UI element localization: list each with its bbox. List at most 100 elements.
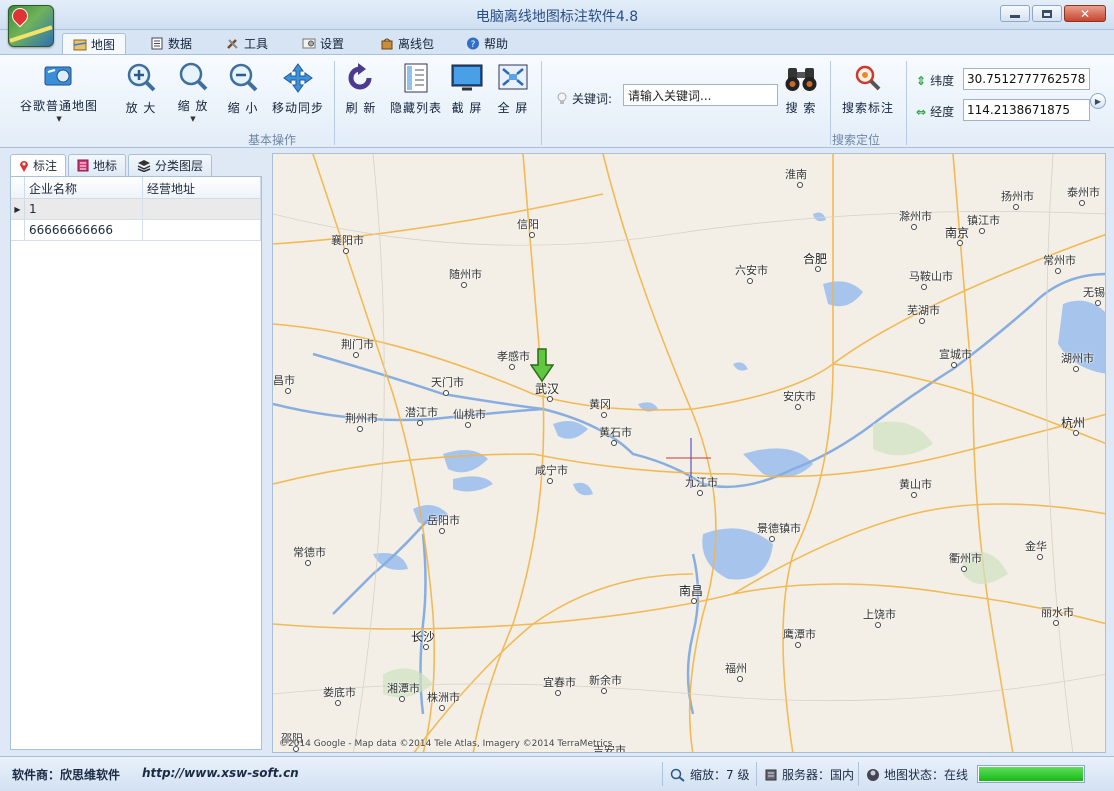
city-label: 咸宁市 <box>535 464 568 477</box>
monitor-icon <box>450 61 484 95</box>
city-dot-icon <box>357 426 363 432</box>
hide-list-button[interactable]: 隐藏列表 <box>390 61 442 123</box>
ribbon-scroll-right-icon[interactable]: ▶ <box>1090 93 1106 109</box>
chevron-down-icon[interactable]: ▼ <box>190 115 195 123</box>
city-dot-icon <box>691 598 697 604</box>
latitude-label-text: 纬度 <box>930 74 955 88</box>
magnifier-icon <box>176 61 210 93</box>
map-app-icon[interactable] <box>8 4 54 47</box>
tab-layers[interactable]: 分类图层 <box>128 154 213 176</box>
divider <box>830 61 831 145</box>
maximize-button[interactable] <box>1032 5 1062 22</box>
city-label: 湖州市 <box>1061 352 1094 365</box>
city-label: 安庆市 <box>783 390 816 403</box>
tab-markers[interactable]: 标注 <box>10 154 67 176</box>
fullscreen-button[interactable]: 全 屏 <box>496 61 530 123</box>
city-label: 新余市 <box>589 674 622 687</box>
city-dot-icon <box>737 676 743 682</box>
map-type-button[interactable]: 谷歌普通地图 ▼ <box>20 61 98 123</box>
panel-tabs: 标注 地标 分类图层 <box>10 154 213 176</box>
layers-icon <box>137 160 151 172</box>
city-label: 孝感市 <box>497 350 530 363</box>
zoom-button[interactable]: 缩 放 ▼ <box>176 61 210 123</box>
longitude-input[interactable] <box>963 99 1090 121</box>
zoom-label: 缩 放 <box>177 99 209 113</box>
screenshot-button[interactable]: 截 屏 <box>450 61 484 123</box>
table-row[interactable]: ▶ 1 <box>11 199 261 220</box>
tab-tools[interactable]: 工具 <box>216 33 278 54</box>
keyword-input[interactable] <box>623 84 778 106</box>
latitude-input[interactable] <box>963 68 1090 90</box>
city-label: 昌市 <box>273 374 295 387</box>
tab-data[interactable]: 数据 <box>140 33 202 54</box>
tab-label: 数据 <box>168 37 193 51</box>
city-dot-icon <box>979 228 985 234</box>
close-button[interactable]: ✕ <box>1064 5 1106 22</box>
search-button[interactable]: 搜 索 <box>784 61 818 123</box>
move-sync-button[interactable]: 移动同步 <box>272 61 324 123</box>
city-label: 黄石市 <box>599 426 632 439</box>
refresh-button[interactable]: 刷 新 <box>344 61 378 123</box>
vertical-arrows-icon: ⇕ <box>916 73 927 88</box>
zoom-in-button[interactable]: 放 大 <box>124 61 158 123</box>
window-controls: ✕ <box>1000 5 1106 22</box>
city-dot-icon <box>399 696 405 702</box>
city-label: 上饶市 <box>863 608 896 621</box>
city-label: 信阳 <box>517 218 539 231</box>
tab-map[interactable]: 地图 <box>62 33 127 54</box>
tab-landmarks[interactable]: 地标 <box>68 154 127 176</box>
city-label: 常州市 <box>1043 254 1076 267</box>
city-dot-icon <box>769 536 775 542</box>
tab-settings[interactable]: 设置 <box>292 33 354 54</box>
city-dot-icon <box>285 388 291 394</box>
svg-text:?: ? <box>471 40 476 50</box>
tab-label: 工具 <box>244 37 269 51</box>
city-dot-icon <box>461 282 467 288</box>
cell-company[interactable]: 66666666666 <box>25 220 143 240</box>
cell-address[interactable] <box>143 199 261 219</box>
city-label: 镇江市 <box>967 214 1000 227</box>
building-icon <box>77 159 89 172</box>
website-link[interactable]: http://www.xsw-soft.cn <box>142 766 299 780</box>
city-dot-icon <box>439 528 445 534</box>
city-label: 常德市 <box>293 546 326 559</box>
city-dot-icon <box>1073 366 1079 372</box>
search-mark-button[interactable]: 搜索标注 <box>842 61 894 123</box>
search-mark-label: 搜索标注 <box>842 101 895 115</box>
city-label: 随州市 <box>449 268 482 281</box>
group-label-search: 搜索定位 <box>832 133 881 147</box>
minimize-button[interactable] <box>1000 5 1030 22</box>
group-label-basic: 基本操作 <box>248 133 297 147</box>
city-dot-icon <box>951 362 957 368</box>
city-label: 株洲市 <box>427 691 460 704</box>
city-dot-icon <box>465 422 471 428</box>
close-icon: ✕ <box>1079 6 1091 21</box>
tab-label: 标注 <box>33 159 58 173</box>
city-label: 丽水市 <box>1041 606 1074 619</box>
tab-help[interactable]: ? 帮助 <box>456 33 518 54</box>
city-dot-icon <box>443 390 449 396</box>
zoom-out-button[interactable]: 缩 小 <box>226 61 260 123</box>
city-label: 扬州市 <box>1001 190 1034 203</box>
city-dot-icon <box>961 566 967 572</box>
chevron-down-icon[interactable]: ▼ <box>56 115 61 123</box>
city-dot-icon <box>921 284 927 290</box>
server-status: 服务器：国内 <box>764 766 854 783</box>
globe-user-icon <box>867 768 879 781</box>
column-header-company[interactable]: 企业名称 <box>25 177 143 198</box>
cell-address[interactable] <box>143 220 261 240</box>
vendor-label: 软件商：欣思维软件 <box>12 768 121 782</box>
city-label: 景德镇市 <box>757 522 801 535</box>
keyword-label-text: 关键词: <box>572 92 613 106</box>
marker-list-panel: 企业名称 经营地址 ▶ 1 66666666666 <box>10 176 262 750</box>
map-view[interactable]: 淮南 扬州市 泰州市 滁州市 镇江市 信阳 南京 襄阳市 合肥 常州市 随州市 六安市 马鞍山市 无锡 芜湖… <box>272 153 1106 753</box>
city-dot-icon <box>1013 204 1019 210</box>
table-row[interactable]: 66666666666 <box>11 220 261 241</box>
ribbon-toolbar: 谷歌普通地图 ▼ 放 大 缩 放 ▼ 缩 小 移动同步 刷 新 隐藏列表 截 屏… <box>0 54 1114 148</box>
marker-arrow-icon[interactable] <box>530 348 554 382</box>
cell-company[interactable]: 1 <box>25 199 143 219</box>
screenshot-label: 截 屏 <box>451 101 483 115</box>
tab-offline-package[interactable]: 离线包 <box>370 33 444 54</box>
city-dot-icon <box>547 478 553 484</box>
column-header-address[interactable]: 经营地址 <box>143 177 261 198</box>
